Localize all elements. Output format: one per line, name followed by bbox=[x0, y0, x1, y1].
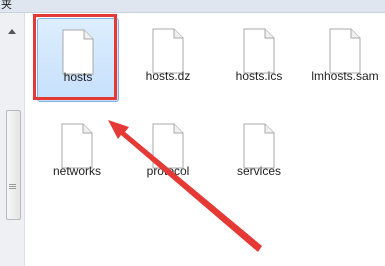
pointer-arrow-icon bbox=[108, 120, 262, 252]
